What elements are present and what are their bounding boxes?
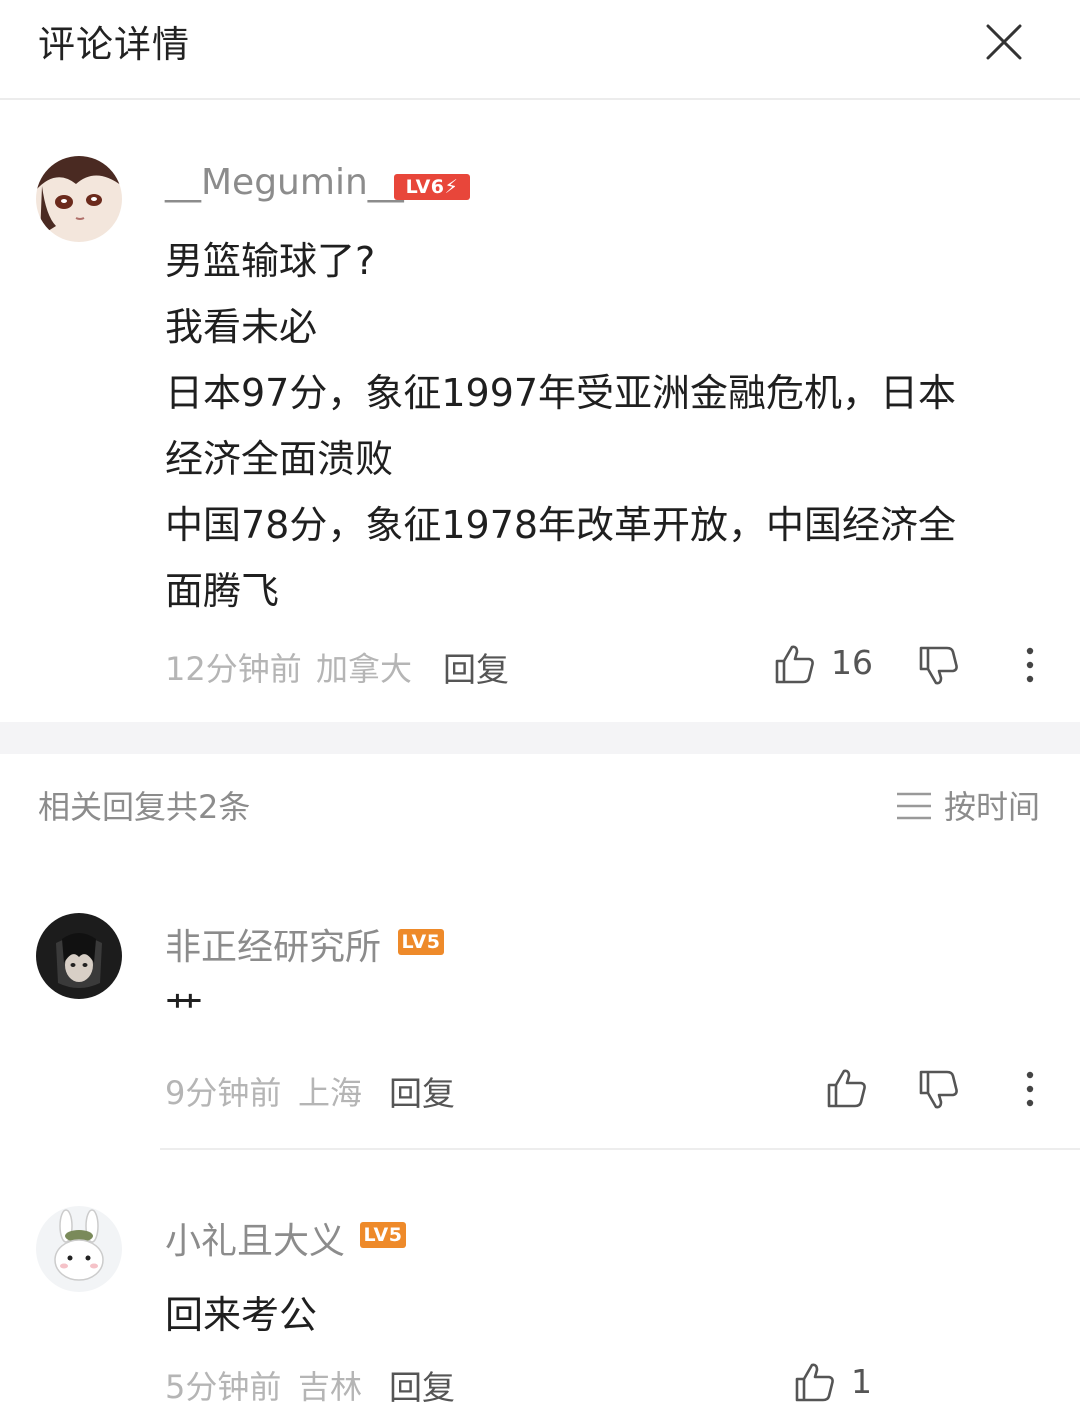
thumbs-up-icon[interactable]	[793, 1360, 837, 1408]
comment-body: 男篮输球了? 我看未必 日本97分，象征1997年受亚洲金融危机，日本 经济全面…	[165, 228, 1045, 624]
username[interactable]: 小礼且大义	[165, 1212, 345, 1264]
username[interactable]: 非正经研究所	[165, 918, 381, 970]
comment-line: 我看未必	[165, 305, 318, 349]
sort-icon	[897, 792, 931, 820]
comment-location: 加拿大	[316, 650, 413, 688]
thumbs-up-icon[interactable]	[825, 1066, 869, 1114]
comment-line: 男篮输球了?	[165, 239, 376, 283]
comment-line: 中国78分，象征1978年改革开放，中国经济全	[165, 503, 957, 547]
reply-button[interactable]: 回复	[389, 1067, 455, 1115]
reply-location: 上海	[298, 1074, 363, 1112]
reply-time: 9分钟前	[165, 1074, 282, 1112]
comment-line: 面腾飞	[165, 569, 280, 613]
reply-text: 艹	[165, 989, 204, 1033]
more-icon[interactable]	[1020, 646, 1040, 690]
like-count: 1	[851, 1362, 872, 1401]
reply-time: 5分钟前	[165, 1368, 282, 1406]
comment-time: 12分钟前	[165, 650, 302, 688]
thumbs-down-icon[interactable]	[917, 1068, 961, 1116]
thumbs-up-icon[interactable]	[773, 642, 817, 690]
more-icon[interactable]	[1020, 1070, 1040, 1114]
like-count: 16	[831, 643, 873, 682]
thumbs-down-icon[interactable]	[917, 644, 961, 692]
reply-location: 吉林	[298, 1368, 363, 1406]
header-bar: 评论详情	[0, 0, 1080, 100]
reply-button[interactable]: 回复	[443, 643, 509, 691]
reply-divider	[160, 1148, 1080, 1150]
avatar[interactable]	[36, 1206, 122, 1292]
comment-line: 经济全面溃败	[165, 437, 394, 481]
avatar[interactable]	[36, 156, 122, 242]
section-divider	[0, 722, 1080, 754]
level-badge: LV5	[398, 929, 444, 955]
sort-button[interactable]: 按时间	[896, 782, 1040, 828]
page-title: 评论详情	[38, 23, 190, 66]
avatar[interactable]	[36, 913, 122, 999]
close-icon[interactable]	[980, 18, 1028, 66]
reply-text: 回来考公	[165, 1293, 318, 1337]
level-badge: LV6⚡	[394, 174, 470, 200]
replies-count-label: 相关回复共2条	[38, 788, 251, 826]
username[interactable]: __Megumin__	[165, 162, 404, 203]
level-badge: LV5	[360, 1222, 406, 1248]
comment-line: 日本97分，象征1997年受亚洲金融危机，日本	[165, 371, 957, 415]
sort-label: 按时间	[944, 788, 1041, 826]
reply-button[interactable]: 回复	[389, 1361, 455, 1409]
